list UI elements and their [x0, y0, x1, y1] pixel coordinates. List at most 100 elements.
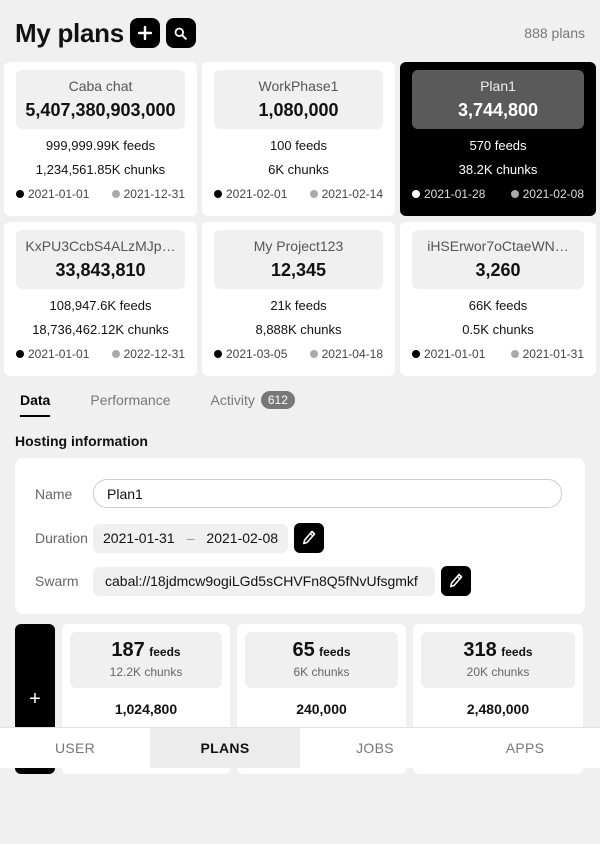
activity-count-badge: 612	[260, 391, 295, 409]
plan-value: 3,260	[475, 260, 521, 280]
duration-start: 2021-01-31	[103, 530, 175, 546]
feed-unit: feeds	[319, 645, 351, 659]
plan-name: Caba chat	[68, 78, 133, 94]
search-icon	[174, 27, 188, 40]
edit-swarm-button[interactable]	[441, 566, 471, 596]
nav-user[interactable]: USER	[0, 728, 150, 768]
name-field[interactable]: Plan1	[93, 479, 562, 508]
plan-card-header: WorkPhase1 1,080,000	[214, 70, 383, 129]
nav-apps[interactable]: APPS	[450, 728, 600, 768]
plan-chunks: 38.2K chunks	[458, 162, 538, 177]
search-button[interactable]	[165, 18, 196, 48]
start-dot-icon	[16, 190, 24, 198]
plan-name: WorkPhase1	[258, 78, 339, 94]
plan-start-date: 2021-03-05	[214, 347, 287, 361]
feed-unit: feeds	[149, 645, 181, 659]
plan-start-date: 2021-01-01	[16, 187, 89, 201]
duration-label: Duration	[35, 530, 88, 546]
duration-range[interactable]: 2021-01-31 – 2021-02-08	[93, 523, 289, 553]
nav-plans[interactable]: PLANS	[150, 728, 300, 768]
plan-value: 12,345	[270, 260, 327, 280]
end-dot-icon	[510, 350, 519, 358]
feed-count: 187	[111, 639, 145, 661]
end-dot-icon	[111, 350, 120, 358]
plan-end-date: 2022-12-31	[111, 347, 185, 361]
hosting-info-panel: Name Plan1 Duration 2021-01-31 – 2021-02…	[15, 458, 585, 614]
start-dot-icon	[214, 350, 222, 358]
plan-card[interactable]: KxPU3CcbS4ALzMJp… 33,843,810 108,947.6K …	[4, 222, 197, 376]
plan-feeds: 66K feeds	[468, 298, 528, 313]
feed-total: 2,480,000	[466, 701, 530, 717]
plan-chunks: 1,234,561.85K chunks	[35, 162, 166, 177]
bottom-nav: USER PLANS JOBS APPS	[0, 727, 600, 768]
plan-chunks: 18,736,462.12K chunks	[32, 322, 169, 337]
plan-card-selected[interactable]: Plan1 3,744,800 570 feeds 38.2K chunks 2…	[400, 62, 596, 216]
plan-feeds: 100 feeds	[269, 138, 328, 153]
swarm-field[interactable]: cabal://18jdmcw9ogiLGd5sCHVFn8Q5fNvUfsgm…	[93, 566, 435, 596]
plan-card-header: My Project123 12,345	[214, 230, 383, 289]
plan-end-date: 2021-02-14	[309, 187, 383, 201]
feed-group-header: 65 feeds 6K chunks	[245, 632, 398, 688]
plan-card-header: KxPU3CcbS4ALzMJp… 33,843,810	[16, 230, 185, 289]
plan-value: 3,744,800	[457, 100, 539, 120]
section-title: Hosting information	[15, 433, 148, 449]
plan-name: iHSErwor7oCtaeWN…	[427, 238, 569, 254]
plan-chunks: 8,888K chunks	[255, 322, 342, 337]
page-header: My plans 888 plans	[15, 16, 585, 50]
start-dot-icon	[412, 190, 420, 198]
plan-start-date: 2021-01-01	[412, 347, 485, 361]
feed-group-header: 318 feeds 20K chunks	[421, 632, 575, 688]
plan-end-date: 2021-12-31	[111, 187, 185, 201]
plan-card[interactable]: WorkPhase1 1,080,000 100 feeds 6K chunks…	[202, 62, 395, 216]
plan-card-header: Plan1 3,744,800	[412, 70, 584, 129]
feed-chunks: 12.2K chunks	[109, 665, 183, 679]
swarm-label: Swarm	[35, 573, 79, 589]
pencil-icon	[450, 573, 463, 588]
plan-dates: 2021-01-01 2022-12-31	[16, 347, 185, 361]
feed-total: 240,000	[296, 701, 347, 717]
start-dot-icon	[412, 350, 420, 358]
tab-activity[interactable]: Activity 612	[211, 384, 295, 417]
plan-start-date: 2021-02-01	[214, 187, 287, 201]
plan-name: Plan1	[480, 78, 516, 94]
detail-tabs: Data Performance Activity 612	[20, 384, 335, 417]
duration-end: 2021-02-08	[206, 530, 279, 546]
plan-name: KxPU3CcbS4ALzMJp…	[25, 238, 176, 254]
start-dot-icon	[214, 190, 222, 198]
plan-card[interactable]: My Project123 12,345 21k feeds 8,888K ch…	[202, 222, 395, 376]
nav-jobs[interactable]: JOBS	[300, 728, 450, 768]
feed-group-header: 187 feeds 12.2K chunks	[70, 632, 222, 688]
start-dot-icon	[16, 350, 24, 358]
plan-end-date: 2021-02-08	[510, 187, 584, 201]
plan-chunks: 6K chunks	[268, 162, 329, 177]
plan-feeds: 21k feeds	[270, 298, 327, 313]
plan-card-header: iHSErwor7oCtaeWN… 3,260	[412, 230, 584, 289]
plan-card[interactable]: Caba chat 5,407,380,903,000 999,999.99K …	[4, 62, 197, 216]
feed-chunks: 6K chunks	[293, 665, 350, 679]
plan-end-date: 2021-04-18	[309, 347, 383, 361]
plan-start-date: 2021-01-28	[412, 187, 485, 201]
plan-dates: 2021-01-01 2021-01-31	[412, 347, 584, 361]
feed-unit: feeds	[501, 645, 533, 659]
plan-card[interactable]: iHSErwor7oCtaeWN… 3,260 66K feeds 0.5K c…	[400, 222, 596, 376]
name-label: Name	[35, 485, 73, 502]
end-dot-icon	[309, 190, 318, 198]
tab-performance[interactable]: Performance	[90, 384, 170, 417]
plan-grid: Caba chat 5,407,380,903,000 999,999.99K …	[4, 62, 597, 376]
plan-card-header: Caba chat 5,407,380,903,000	[16, 70, 185, 129]
plan-feeds: 999,999.99K feeds	[45, 138, 156, 153]
plan-dates: 2021-01-28 2021-02-08	[412, 187, 584, 201]
plus-icon	[137, 26, 152, 40]
duration-separator: –	[186, 530, 195, 546]
plan-end-date: 2021-01-31	[510, 347, 584, 361]
tab-data[interactable]: Data	[20, 384, 51, 417]
plan-value: 1,080,000	[258, 100, 339, 120]
plan-start-date: 2021-01-01	[16, 347, 89, 361]
end-dot-icon	[510, 190, 519, 198]
plan-feeds: 108,947.6K feeds	[49, 298, 152, 313]
add-plan-button[interactable]	[129, 18, 160, 48]
name-row: Name Plan1	[35, 479, 562, 508]
plan-dates: 2021-01-01 2021-12-31	[16, 187, 185, 201]
edit-duration-button[interactable]	[294, 523, 325, 553]
feed-total: 1,024,800	[114, 701, 178, 717]
